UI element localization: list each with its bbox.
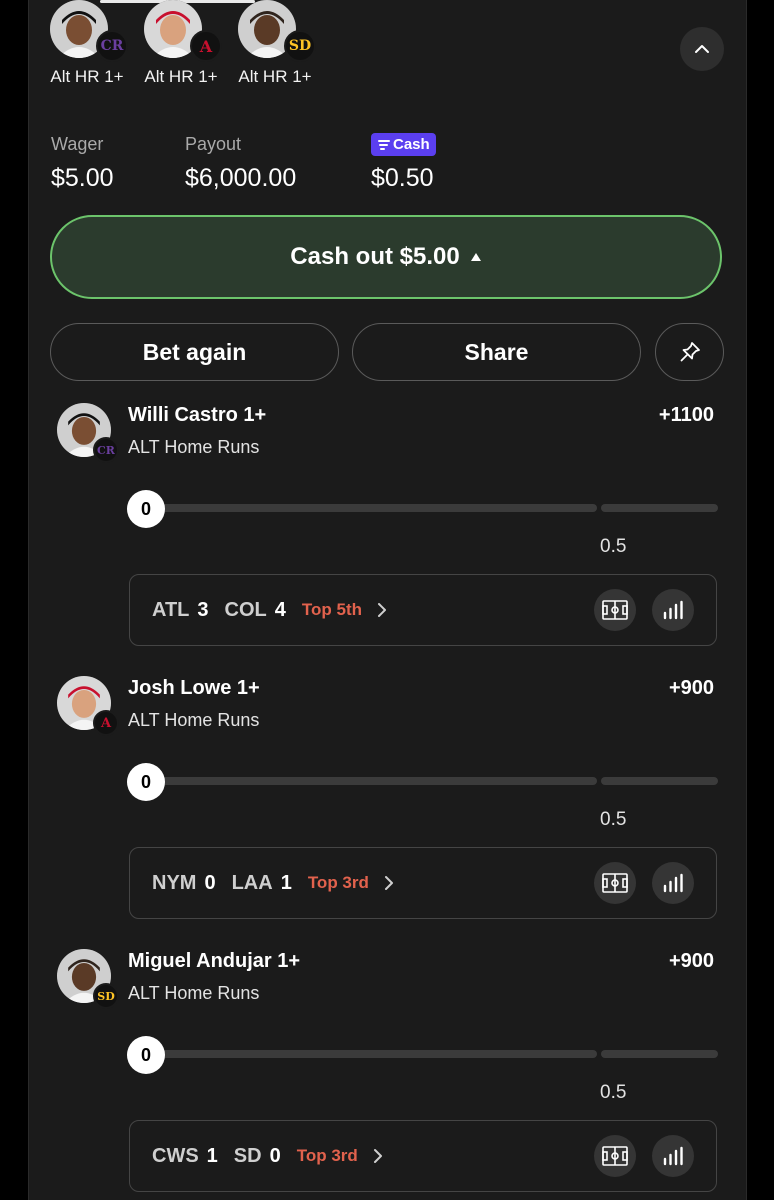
caret-up-icon (470, 253, 481, 261)
away-team: ATL (152, 598, 190, 621)
player-avatar-andujar: SD (57, 949, 119, 1009)
progress-track-remaining (601, 504, 718, 512)
padres-logo-icon: SD (284, 30, 316, 62)
bet-player-name: Miguel Andujar 1+ (128, 950, 301, 972)
field-view-button[interactable] (594, 862, 636, 904)
wager-value: $5.00 (51, 164, 114, 192)
player-avatar-lowe: A (57, 676, 119, 736)
stats-button[interactable] (652, 862, 694, 904)
bet-odds: +1100 (658, 404, 714, 426)
player-avatar-andujar: SD (238, 0, 316, 62)
home-score: 0 (269, 1144, 281, 1167)
field-icon (602, 1146, 628, 1166)
progress-threshold: 0.5 (600, 536, 627, 557)
bar-chart-icon (663, 873, 683, 893)
fanduel-cash-badge: Cash (371, 133, 436, 156)
payout-value: $6,000.00 (185, 164, 297, 192)
game-score-line: NYM 0 LAA 1 Top 3rd (152, 848, 395, 918)
player-avatar-lowe: A (144, 0, 222, 62)
field-icon (602, 600, 628, 620)
chevron-up-icon (695, 45, 709, 53)
cash-out-button[interactable]: Cash out $5.00 (50, 215, 722, 299)
bet-odds: +900 (668, 677, 714, 699)
rockies-logo-icon: CR (96, 30, 128, 62)
cash-out-label: Cash out $5.00 (290, 243, 460, 270)
bet-market: ALT Home Runs (128, 983, 260, 1003)
pin-icon (680, 342, 700, 362)
game-score-line: ATL 3 COL 4 Top 5th (152, 575, 388, 645)
game-scorebox[interactable]: CWS 1 SD 0 Top 3rd (129, 1120, 717, 1192)
away-team: CWS (152, 1144, 199, 1167)
collapse-button[interactable] (680, 27, 724, 71)
bet-market: ALT Home Runs (128, 710, 260, 730)
field-icon (602, 873, 628, 893)
game-status: Top 5th (301, 600, 362, 619)
pin-button[interactable] (655, 323, 724, 381)
bar-chart-icon (663, 600, 683, 620)
game-status: Top 3rd (296, 1146, 358, 1165)
progress-track (145, 777, 597, 785)
fcash-badge-text: Cash (393, 136, 430, 153)
stats-button[interactable] (652, 589, 694, 631)
player-avatar-castro: CR (50, 0, 128, 62)
leg-label: Alt HR 1+ (238, 67, 312, 86)
payout-label: Payout (185, 134, 242, 154)
progress-track (145, 504, 597, 512)
game-scorebox[interactable]: NYM 0 LAA 1 Top 3rd (129, 847, 717, 919)
fanduel-logo-icon (378, 139, 390, 150)
bet-market: ALT Home Runs (128, 437, 260, 457)
game-scorebox[interactable]: ATL 3 COL 4 Top 5th (129, 574, 717, 646)
bet-player-name: Josh Lowe 1+ (128, 677, 260, 699)
field-view-button[interactable] (594, 589, 636, 631)
padres-logo-icon: SD (93, 983, 119, 1009)
angels-logo-icon: A (190, 30, 222, 62)
leg-label: Alt HR 1+ (50, 67, 124, 86)
home-team: LAA (231, 871, 273, 894)
angels-logo-icon: A (93, 710, 119, 736)
home-score: 4 (274, 598, 286, 621)
progress-knob: 0 (127, 763, 165, 801)
fcash-value: $0.50 (371, 164, 434, 192)
share-button[interactable]: Share (352, 323, 641, 381)
bet-player-name: Willi Castro 1+ (128, 404, 267, 426)
bet-odds: +900 (668, 950, 714, 972)
field-view-button[interactable] (594, 1135, 636, 1177)
leg-label: Alt HR 1+ (144, 67, 218, 86)
progress-knob: 0 (127, 490, 165, 528)
player-avatar-castro: CR (57, 403, 119, 463)
bet-again-button[interactable]: Bet again (50, 323, 339, 381)
game-score-line: CWS 1 SD 0 Top 3rd (152, 1121, 384, 1191)
stats-button[interactable] (652, 1135, 694, 1177)
chevron-right-icon (373, 1149, 382, 1163)
home-team: COL (224, 598, 267, 621)
progress-track-remaining (601, 777, 718, 785)
progress-track-remaining (601, 1050, 718, 1058)
chevron-right-icon (384, 876, 393, 890)
rockies-logo-icon: CR (93, 437, 119, 463)
progress-track (145, 1050, 597, 1058)
wager-label: Wager (51, 134, 104, 154)
chevron-right-icon (378, 603, 386, 617)
home-score: 1 (280, 871, 292, 894)
progress-threshold: 0.5 (600, 809, 627, 830)
home-team: SD (233, 1144, 262, 1167)
bar-chart-icon (663, 1146, 683, 1166)
game-status: Top 3rd (307, 873, 369, 892)
progress-knob: 0 (127, 1036, 165, 1074)
away-score: 1 (206, 1144, 218, 1167)
away-score: 3 (197, 598, 209, 621)
progress-threshold: 0.5 (600, 1082, 627, 1103)
away-score: 0 (204, 871, 216, 894)
away-team: NYM (152, 871, 197, 894)
